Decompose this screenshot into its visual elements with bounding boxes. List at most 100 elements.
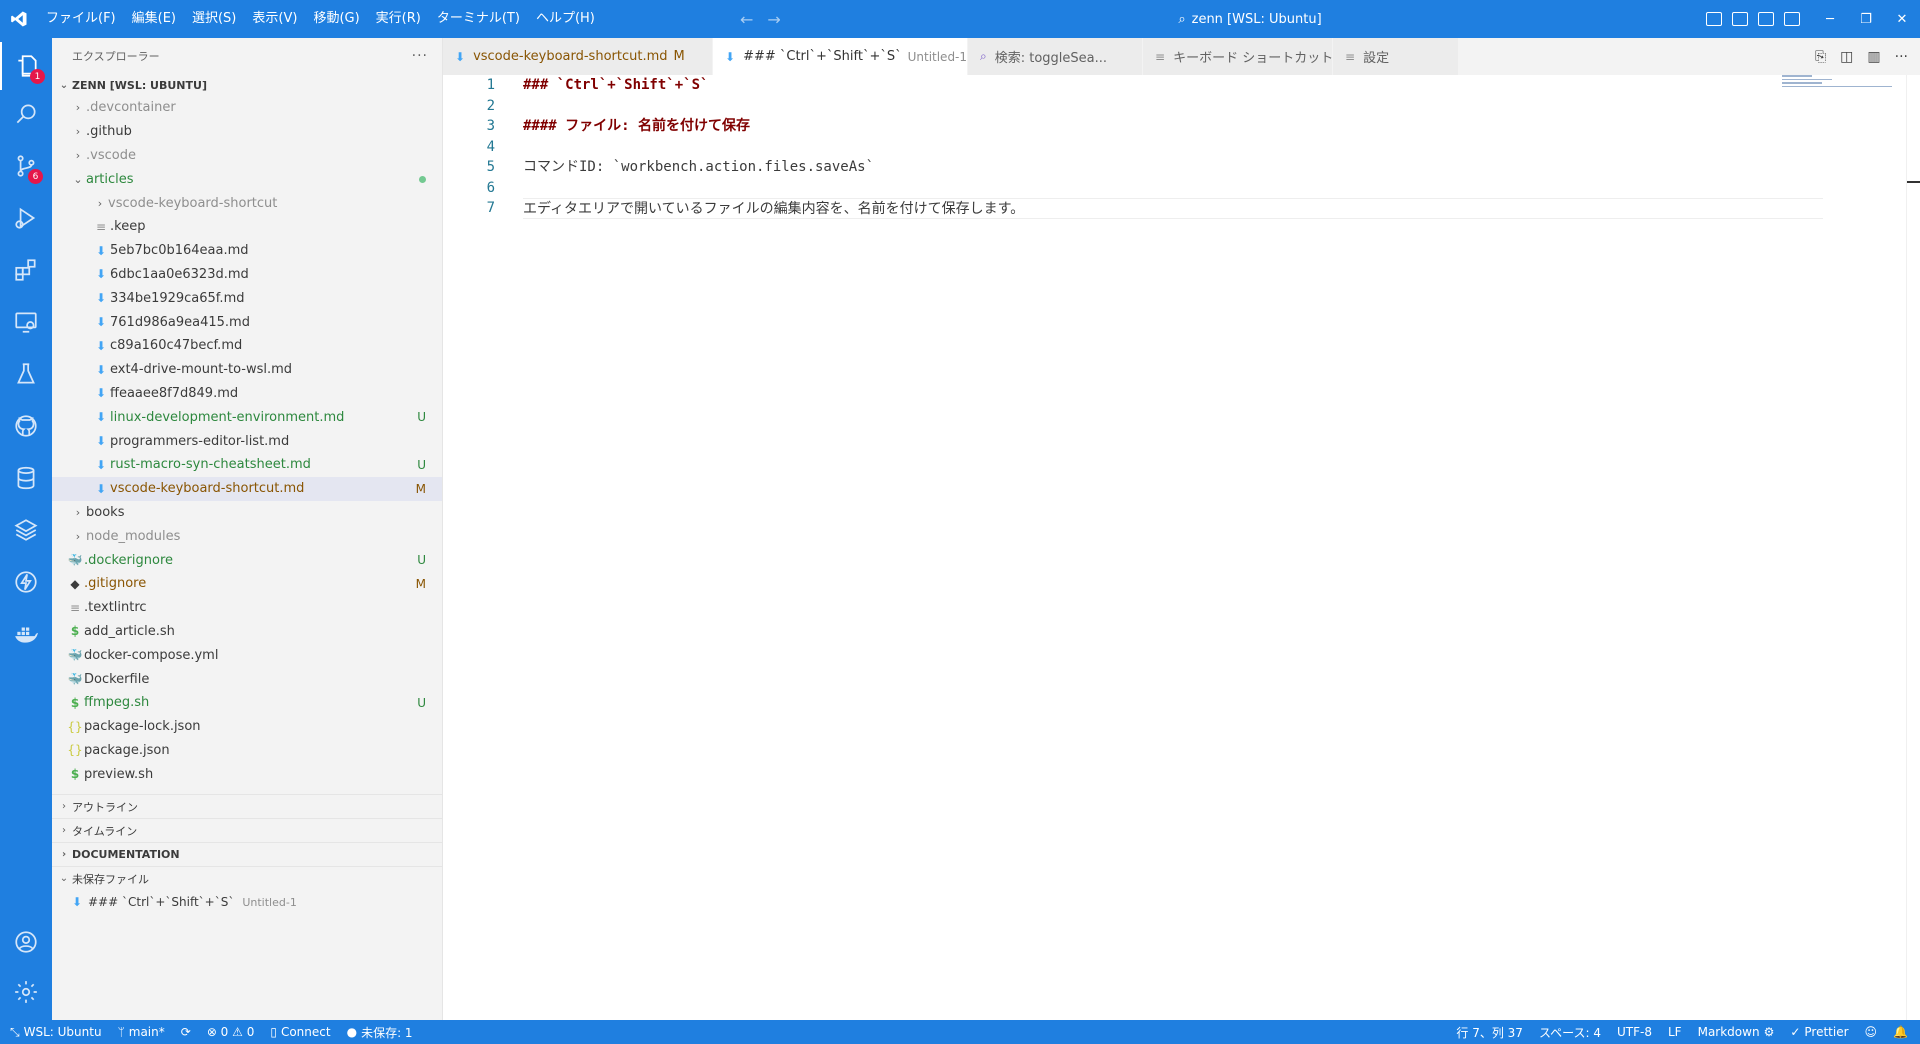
tree-item-md-file[interactable]: ⬇ 5eb7bc0b164eaa.md: [52, 239, 442, 263]
menu-view[interactable]: 表示(V): [244, 0, 305, 38]
command-center[interactable]: ⌕ zenn [WSL: Ubuntu]: [1050, 7, 1450, 31]
tree-item-vscode[interactable]: › .vscode: [52, 144, 442, 168]
restore-icon[interactable]: ❐: [1848, 12, 1884, 27]
menu-run[interactable]: 実行(R): [368, 0, 429, 38]
remote-indicator[interactable]: ⤡ WSL: Ubuntu: [0, 1025, 110, 1040]
unsaved-file-item[interactable]: ⬇ ### `Ctrl`+`Shift`+`S` Untitled-1: [52, 890, 443, 914]
open-changes-icon[interactable]: ⎘: [1815, 49, 1826, 65]
language-mode[interactable]: Markdown ⚙: [1690, 1025, 1783, 1039]
tree-item-md-file[interactable]: ⬇ c89a160c47becf.md: [52, 334, 442, 358]
tree-item-articles[interactable]: ⌄ articles: [52, 167, 442, 191]
account-icon[interactable]: [0, 918, 52, 966]
tree-item-md-file[interactable]: ⬇ 761d986a9ea415.md: [52, 310, 442, 334]
settings-gear-icon[interactable]: [0, 968, 52, 1016]
tree-item-books[interactable]: › books: [52, 501, 442, 525]
menu-selection[interactable]: 選択(S): [184, 0, 244, 38]
end-of-line[interactable]: LF: [1660, 1025, 1690, 1039]
minimize-icon[interactable]: ─: [1812, 12, 1848, 27]
database-icon[interactable]: [0, 454, 52, 502]
tab-vscode-keyboard-shortcut[interactable]: ⬇ vscode-keyboard-shortcut.md M: [443, 38, 713, 75]
menu-terminal[interactable]: ターミナル(T): [429, 0, 528, 38]
tree-item-label: package.json: [84, 742, 170, 758]
tree-item-md-file-selected[interactable]: ⬇ vscode-keyboard-shortcut.md M: [52, 476, 442, 501]
feedback-icon[interactable]: ☺: [1857, 1025, 1886, 1039]
layers-icon[interactable]: [0, 506, 52, 554]
tree-item-devcontainer[interactable]: › .devcontainer: [52, 96, 442, 120]
tree-item-label: .keep: [110, 219, 146, 235]
tree-item-package-json[interactable]: {} package.json: [52, 739, 442, 763]
tab-keyboard-shortcuts[interactable]: ≡ キーボード ショートカット: [1143, 38, 1333, 75]
workspace-section-header[interactable]: ⌄ ZENN [WSL: UBUNTU]: [52, 74, 442, 96]
problems-indicator[interactable]: ⊗ 0 ⚠ 0: [199, 1025, 263, 1039]
tree-item-textlintrc[interactable]: ≡ .textlintrc: [52, 596, 442, 620]
tree-item-md-file[interactable]: ⬇ 6dbc1aa0e6323d.md: [52, 263, 442, 287]
notifications-bell-icon[interactable]: 🔔: [1885, 1025, 1920, 1039]
split-editor-icon[interactable]: ▥: [1867, 49, 1880, 65]
tree-item-md-file[interactable]: ⬇ linux-development-environment.md U: [52, 405, 442, 429]
code-content[interactable]: ### `Ctrl`+`Shift`+`S` #### ファイル: 名前を付けて…: [523, 75, 1823, 219]
tree-item-dockerfile[interactable]: 🐳 Dockerfile: [52, 667, 442, 691]
overview-ruler[interactable]: [1906, 75, 1920, 1020]
branch-indicator[interactable]: ᛘ main*: [110, 1025, 173, 1039]
menu-file[interactable]: ファイル(F): [38, 0, 124, 38]
tree-item-md-file[interactable]: ⬇ rust-macro-syn-cheatsheet.md U: [52, 453, 442, 477]
source-control-icon[interactable]: 6: [0, 142, 52, 190]
tree-item-dockerignore[interactable]: 🐳 .dockerignore U: [52, 548, 442, 572]
explorer-icon[interactable]: 1: [0, 42, 52, 90]
outline-section-header[interactable]: › アウトライン: [52, 794, 443, 818]
unsaved-indicator[interactable]: ● 未保存: 1: [339, 1024, 421, 1041]
tree-item-md-file[interactable]: ⬇ programmers-editor-list.md: [52, 429, 442, 453]
tree-item-ffmpeg-sh[interactable]: $ ffmpeg.sh U: [52, 691, 442, 715]
tree-item-keep[interactable]: ≡ .keep: [52, 215, 442, 239]
prettier-status[interactable]: ✓ Prettier: [1782, 1025, 1856, 1039]
tree-item-vscode-keyboard-shortcut-folder[interactable]: › vscode-keyboard-shortcut: [52, 191, 442, 215]
tree-item-package-lock-json[interactable]: {} package-lock.json: [52, 715, 442, 739]
docker-icon[interactable]: [0, 610, 52, 658]
menu-help[interactable]: ヘルプ(H): [528, 0, 603, 38]
github-icon[interactable]: [0, 402, 52, 450]
testing-icon[interactable]: [0, 350, 52, 398]
tab-untitled-1[interactable]: ⬇ ### `Ctrl`+`Shift`+`S` Untitled-1: [713, 38, 968, 75]
tree-item-add-article-sh[interactable]: $ add_article.sh: [52, 620, 442, 644]
more-actions-icon[interactable]: ···: [412, 48, 428, 64]
tree-item-md-file[interactable]: ⬇ ext4-drive-mount-to-wsl.md: [52, 358, 442, 382]
tree-item-gitignore[interactable]: ◆ .gitignore M: [52, 572, 442, 596]
run-debug-icon[interactable]: [0, 194, 52, 242]
tab-settings[interactable]: ≡ 設定: [1333, 38, 1459, 75]
tree-item-preview-sh[interactable]: $ preview.sh: [52, 762, 442, 786]
explorer-sidebar: エクスプローラー ··· ⌄ ZENN [WSL: UBUNTU] › .dev…: [52, 38, 443, 1020]
tree-item-md-file[interactable]: ⬇ ffeaaee8f7d849.md: [52, 382, 442, 406]
back-arrow-icon[interactable]: ←: [740, 10, 753, 29]
forward-arrow-icon[interactable]: →: [767, 10, 780, 29]
open-preview-icon[interactable]: ◫: [1840, 49, 1853, 65]
toggle-sidebar-icon[interactable]: [1706, 12, 1722, 26]
menu-go[interactable]: 移動(G): [305, 0, 367, 38]
remote-explorer-icon[interactable]: [0, 298, 52, 346]
connect-button[interactable]: ▯ Connect: [262, 1025, 338, 1039]
timeline-section-header[interactable]: › タイムライン: [52, 818, 443, 842]
tab-search[interactable]: ⌕ 検索: toggleSea...: [968, 38, 1143, 75]
tree-item-label: articles: [86, 171, 134, 187]
indentation[interactable]: スペース: 4: [1531, 1024, 1609, 1041]
tree-item-docker-compose[interactable]: 🐳 docker-compose.yml: [52, 643, 442, 667]
minimap[interactable]: [1782, 75, 1902, 95]
sync-button[interactable]: ⟳: [173, 1025, 199, 1039]
cursor-position[interactable]: 行 7、列 37: [1448, 1024, 1531, 1041]
tree-item-node-modules[interactable]: › node_modules: [52, 524, 442, 548]
more-actions-icon[interactable]: ···: [1895, 49, 1908, 65]
toggle-panel-icon[interactable]: [1732, 12, 1748, 26]
layout-controls: [1706, 0, 1800, 38]
editor-area[interactable]: 1 2 3 4 5 6 7 ### `Ctrl`+`Shift`+`S` ###…: [443, 75, 1920, 1020]
menu-edit[interactable]: 編集(E): [124, 0, 184, 38]
unsaved-section-header[interactable]: ⌄ 未保存ファイル: [52, 866, 443, 890]
encoding[interactable]: UTF-8: [1609, 1025, 1660, 1039]
close-icon[interactable]: ✕: [1884, 12, 1920, 27]
search-icon[interactable]: [0, 90, 52, 138]
tree-item-github[interactable]: › .github: [52, 120, 442, 144]
extensions-icon[interactable]: [0, 246, 52, 294]
lightning-icon[interactable]: [0, 558, 52, 606]
documentation-section-header[interactable]: › DOCUMENTATION: [52, 842, 443, 866]
tree-item-md-file[interactable]: ⬇ 334be1929ca65f.md: [52, 286, 442, 310]
toggle-secondary-sidebar-icon[interactable]: [1758, 12, 1774, 26]
customize-layout-icon[interactable]: [1784, 12, 1800, 26]
